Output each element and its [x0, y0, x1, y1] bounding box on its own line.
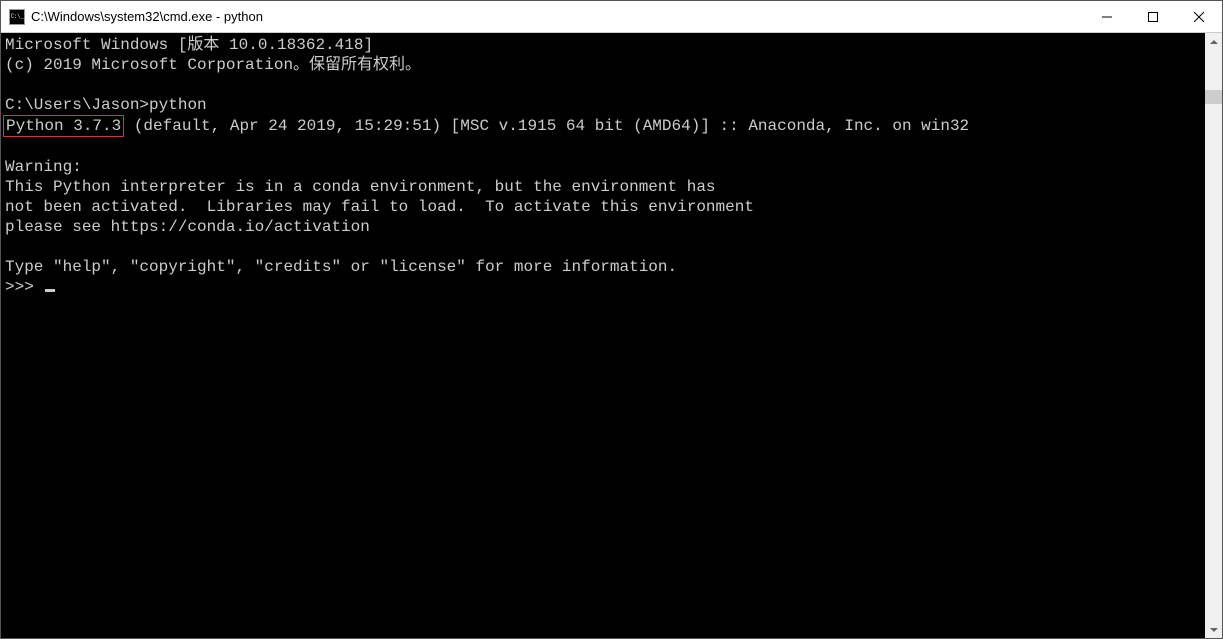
- cmd-icon: [9, 9, 25, 25]
- vertical-scrollbar[interactable]: [1205, 33, 1222, 638]
- prompt-path: C:\Users\Jason>: [5, 96, 149, 114]
- banner-line: Microsoft Windows [版本 10.0.18362.418]: [5, 36, 373, 54]
- prompt-command: python: [149, 96, 207, 114]
- help-line: Type "help", "copyright", "credits" or "…: [5, 258, 677, 276]
- warning-line: please see https://conda.io/activation: [5, 218, 370, 236]
- warning-line: not been activated. Libraries may fail t…: [5, 198, 754, 216]
- scroll-track[interactable]: [1205, 50, 1222, 621]
- cursor-icon: [45, 289, 55, 292]
- banner-line: (c) 2019 Microsoft Corporation。保留所有权利。: [5, 56, 421, 74]
- scroll-up-button[interactable]: [1205, 33, 1222, 50]
- repl-prompt: >>>: [5, 278, 43, 296]
- cmd-window: C:\Windows\system32\cmd.exe - python Mic…: [0, 0, 1223, 639]
- python-version-highlight: Python 3.7.3: [3, 115, 124, 137]
- warning-heading: Warning:: [5, 158, 82, 176]
- titlebar[interactable]: C:\Windows\system32\cmd.exe - python: [1, 1, 1222, 33]
- window-title: C:\Windows\system32\cmd.exe - python: [31, 9, 1084, 24]
- scroll-down-button[interactable]: [1205, 621, 1222, 638]
- terminal-area[interactable]: Microsoft Windows [版本 10.0.18362.418] (c…: [1, 33, 1222, 638]
- minimize-button[interactable]: [1084, 1, 1130, 32]
- python-version-rest: (default, Apr 24 2019, 15:29:51) [MSC v.…: [124, 117, 969, 135]
- maximize-button[interactable]: [1130, 1, 1176, 32]
- warning-line: This Python interpreter is in a conda en…: [5, 178, 716, 196]
- terminal-output[interactable]: Microsoft Windows [版本 10.0.18362.418] (c…: [1, 33, 1205, 638]
- window-controls: [1084, 1, 1222, 32]
- scroll-thumb[interactable]: [1205, 90, 1222, 104]
- close-button[interactable]: [1176, 1, 1222, 32]
